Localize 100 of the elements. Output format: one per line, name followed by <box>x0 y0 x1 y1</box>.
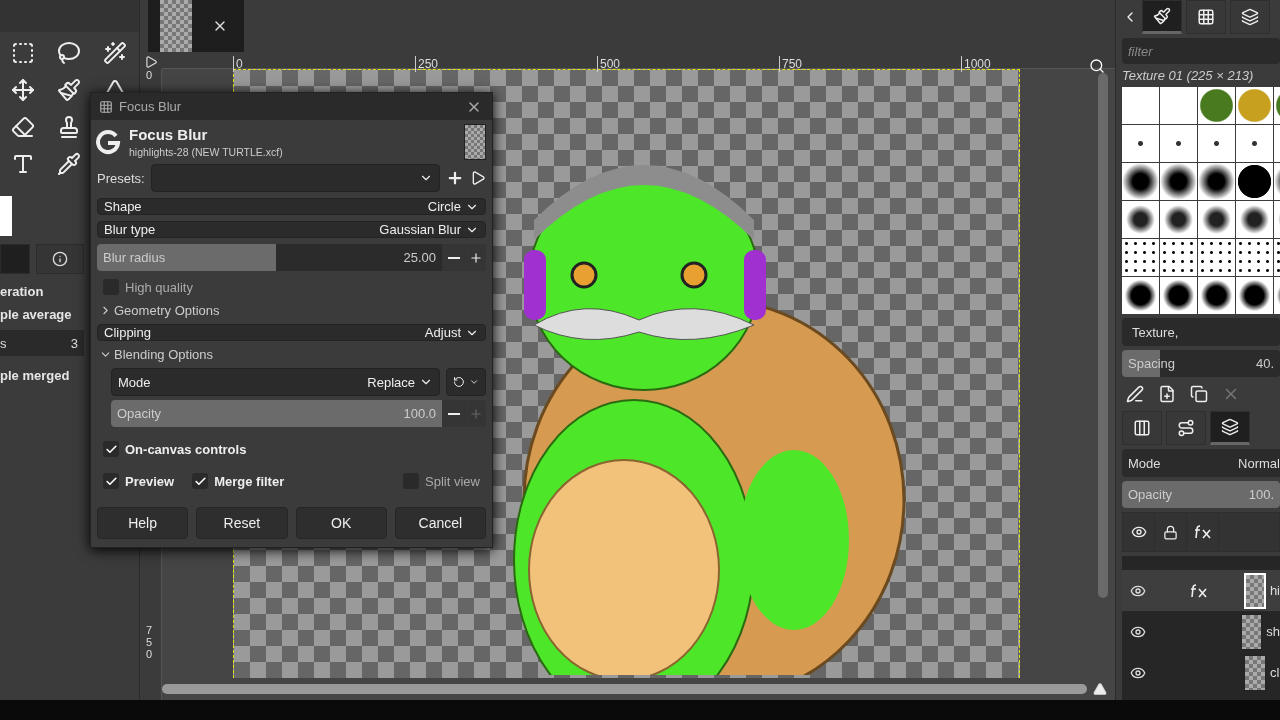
brush-thumbnail[interactable] <box>1160 239 1197 276</box>
layer-thumbnail <box>1240 613 1263 650</box>
dialog-button[interactable]: OK <box>295 507 387 539</box>
increase-button[interactable] <box>464 244 486 271</box>
layer-row[interactable]: hi <box>1122 570 1280 611</box>
brush-thumbnail[interactable] <box>1236 125 1273 162</box>
dock-tab[interactable] <box>1230 0 1270 34</box>
window-title: Focus Blur <box>119 99 182 114</box>
layer-row[interactable]: sh <box>1122 611 1280 652</box>
dialog-button[interactable]: Help <box>97 507 189 539</box>
image-thumbnail <box>160 0 192 52</box>
checkbox-label: Preview <box>125 473 175 489</box>
brush-thumbnail[interactable] <box>1122 125 1159 162</box>
plus-icon <box>468 406 483 421</box>
slider-value: 100.0 <box>403 406 436 421</box>
expander[interactable]: Geometry Options <box>97 303 486 318</box>
reset-dropdown[interactable] <box>446 368 486 396</box>
add-icon[interactable] <box>446 169 464 187</box>
brush-thumbnail[interactable] <box>1198 163 1235 200</box>
brush-thumbnail[interactable] <box>1160 201 1197 238</box>
ruler-label: 750 <box>146 624 154 661</box>
dialog-button[interactable]: Reset <box>196 507 288 539</box>
brush-thumbnail[interactable] <box>1160 163 1197 200</box>
brush-thumbnail[interactable] <box>1160 125 1197 162</box>
dropdown[interactable]: Clipping Adjust <box>97 324 486 341</box>
slider-value: 25.00 <box>403 250 436 265</box>
layer-name: sh <box>1266 624 1280 639</box>
duplicate-icon[interactable] <box>1190 385 1208 403</box>
slider[interactable]: Blur radius 25.00 <box>97 244 442 271</box>
image-tab[interactable] <box>148 0 244 52</box>
brush-thumbnail[interactable] <box>1236 239 1273 276</box>
filter-field[interactable]: filter <box>1122 38 1280 64</box>
layer-row[interactable]: cl <box>1122 652 1280 693</box>
dropdown[interactable]: Blur type Gaussian Blur <box>97 221 486 238</box>
mode-dropdown[interactable]: Mode Normal <box>1122 449 1280 477</box>
horizontal-scrollbar[interactable] <box>162 684 1087 694</box>
decrease-button[interactable] <box>442 400 464 427</box>
checkbox-label: Split view <box>425 473 480 489</box>
brush-thumbnail[interactable] <box>1198 87 1235 124</box>
minus-icon <box>447 412 460 415</box>
checkbox-label: On-canvas controls <box>125 441 247 457</box>
g-logo-icon <box>95 129 121 155</box>
plus-icon <box>468 250 483 265</box>
checkbox[interactable] <box>103 441 119 457</box>
layers-icon <box>1241 8 1259 26</box>
brush-thumbnail[interactable] <box>1122 163 1159 200</box>
brush-thumbnail[interactable] <box>1198 201 1235 238</box>
brush-thumbnail[interactable] <box>1122 87 1159 124</box>
dock-tab[interactable] <box>1166 411 1206 445</box>
brush-thumbnail[interactable] <box>1122 239 1159 276</box>
option-label: ple merged <box>0 367 70 385</box>
layer-thumbnail <box>1244 654 1266 691</box>
checkbox-label: High quality <box>125 279 193 295</box>
dock-tab[interactable] <box>1142 0 1182 34</box>
app-icon <box>99 99 113 114</box>
layer-thumbnail <box>1243 572 1266 609</box>
brush-thumbnail[interactable] <box>1198 239 1235 276</box>
brush-thumbnail[interactable] <box>1198 277 1235 314</box>
columns-icon <box>1133 419 1151 437</box>
ruler-label: 0 <box>146 69 154 82</box>
brush-name: Texture 01 (225 × 213) <box>1122 68 1255 83</box>
checkbox[interactable] <box>192 473 209 489</box>
layer-name: hi <box>1269 583 1280 598</box>
checkbox[interactable] <box>103 473 119 489</box>
new-file-icon[interactable] <box>1158 385 1176 403</box>
presets-label: Presets: <box>97 170 145 186</box>
vertical-scrollbar[interactable] <box>1098 73 1108 598</box>
layer-preview <box>464 124 486 160</box>
edit-icon[interactable] <box>1126 385 1144 403</box>
brush-thumbnail[interactable] <box>1160 87 1197 124</box>
slider-value: 100. <box>1248 487 1274 502</box>
tags-field[interactable]: Texture, <box>1122 318 1280 346</box>
paintbrush-icon <box>1153 7 1171 25</box>
brush-thumbnail[interactable] <box>1236 163 1273 200</box>
pen-info-icon[interactable] <box>36 244 84 274</box>
slider-label: Opacity <box>117 406 162 421</box>
dock-tab[interactable] <box>1210 411 1250 445</box>
slider-value: 40. <box>1255 356 1274 371</box>
grid-icon <box>1197 8 1215 26</box>
spin-field[interactable]: s 3 <box>0 330 84 356</box>
dock-tab[interactable] <box>1186 0 1226 34</box>
brush-thumbnail[interactable] <box>1236 201 1273 238</box>
dropdown[interactable]: Shape Circle <box>97 198 486 215</box>
dock-tab[interactable] <box>1122 411 1162 445</box>
option-label: ple average <box>0 306 72 324</box>
layers-icon <box>1221 418 1239 436</box>
decrease-button[interactable] <box>442 244 464 271</box>
brush-thumbnail[interactable] <box>1160 277 1197 314</box>
triangle-icon[interactable] <box>1093 682 1107 696</box>
expander[interactable]: Blending Options <box>97 347 486 362</box>
brush-thumbnail[interactable] <box>1236 277 1273 314</box>
brush-thumbnail[interactable] <box>1122 277 1159 314</box>
brush-thumbnail[interactable] <box>1198 125 1235 162</box>
brush-thumbnail[interactable] <box>1236 87 1273 124</box>
minus-icon <box>447 256 460 259</box>
mode-dropdown[interactable]: Mode Replace <box>111 368 440 396</box>
brush-thumbnail[interactable] <box>1122 201 1159 238</box>
import-icon[interactable] <box>470 170 486 186</box>
dialog-button[interactable]: Cancel <box>394 507 486 539</box>
option-heading: eration <box>0 283 44 301</box>
